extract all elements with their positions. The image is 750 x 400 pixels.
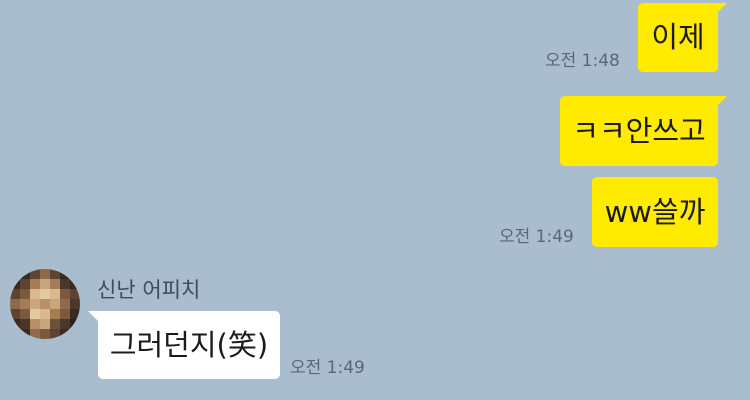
chat-room: { "messages": [ {"direction": "outgoing"… <box>0 0 750 400</box>
outgoing-message-bubble[interactable]: ㅋㅋ안쓰고 <box>560 96 727 166</box>
bubble-tail <box>714 96 727 109</box>
bubble-tail <box>714 3 727 16</box>
message-timestamp: 오전 1:48 <box>545 51 620 71</box>
message-timestamp: 오전 1:49 <box>290 358 365 378</box>
message-text: ww쓸까 <box>604 194 706 229</box>
message-timestamp: 오전 1:49 <box>499 227 574 247</box>
sender-name: 신난 어피치 <box>97 278 201 302</box>
sender-avatar[interactable] <box>10 269 80 339</box>
pixelated-profile-photo <box>10 269 80 339</box>
message-text: 그러던지(笑) <box>109 327 269 362</box>
incoming-message-bubble[interactable]: 그러던지(笑) <box>88 311 280 379</box>
outgoing-message-bubble[interactable]: 이제 <box>638 3 727 72</box>
message-text: ㅋㅋ안쓰고 <box>572 113 706 148</box>
outgoing-message-bubble[interactable]: ww쓸까 <box>592 177 718 247</box>
message-text: 이제 <box>651 20 705 54</box>
bubble-tail <box>88 311 101 324</box>
